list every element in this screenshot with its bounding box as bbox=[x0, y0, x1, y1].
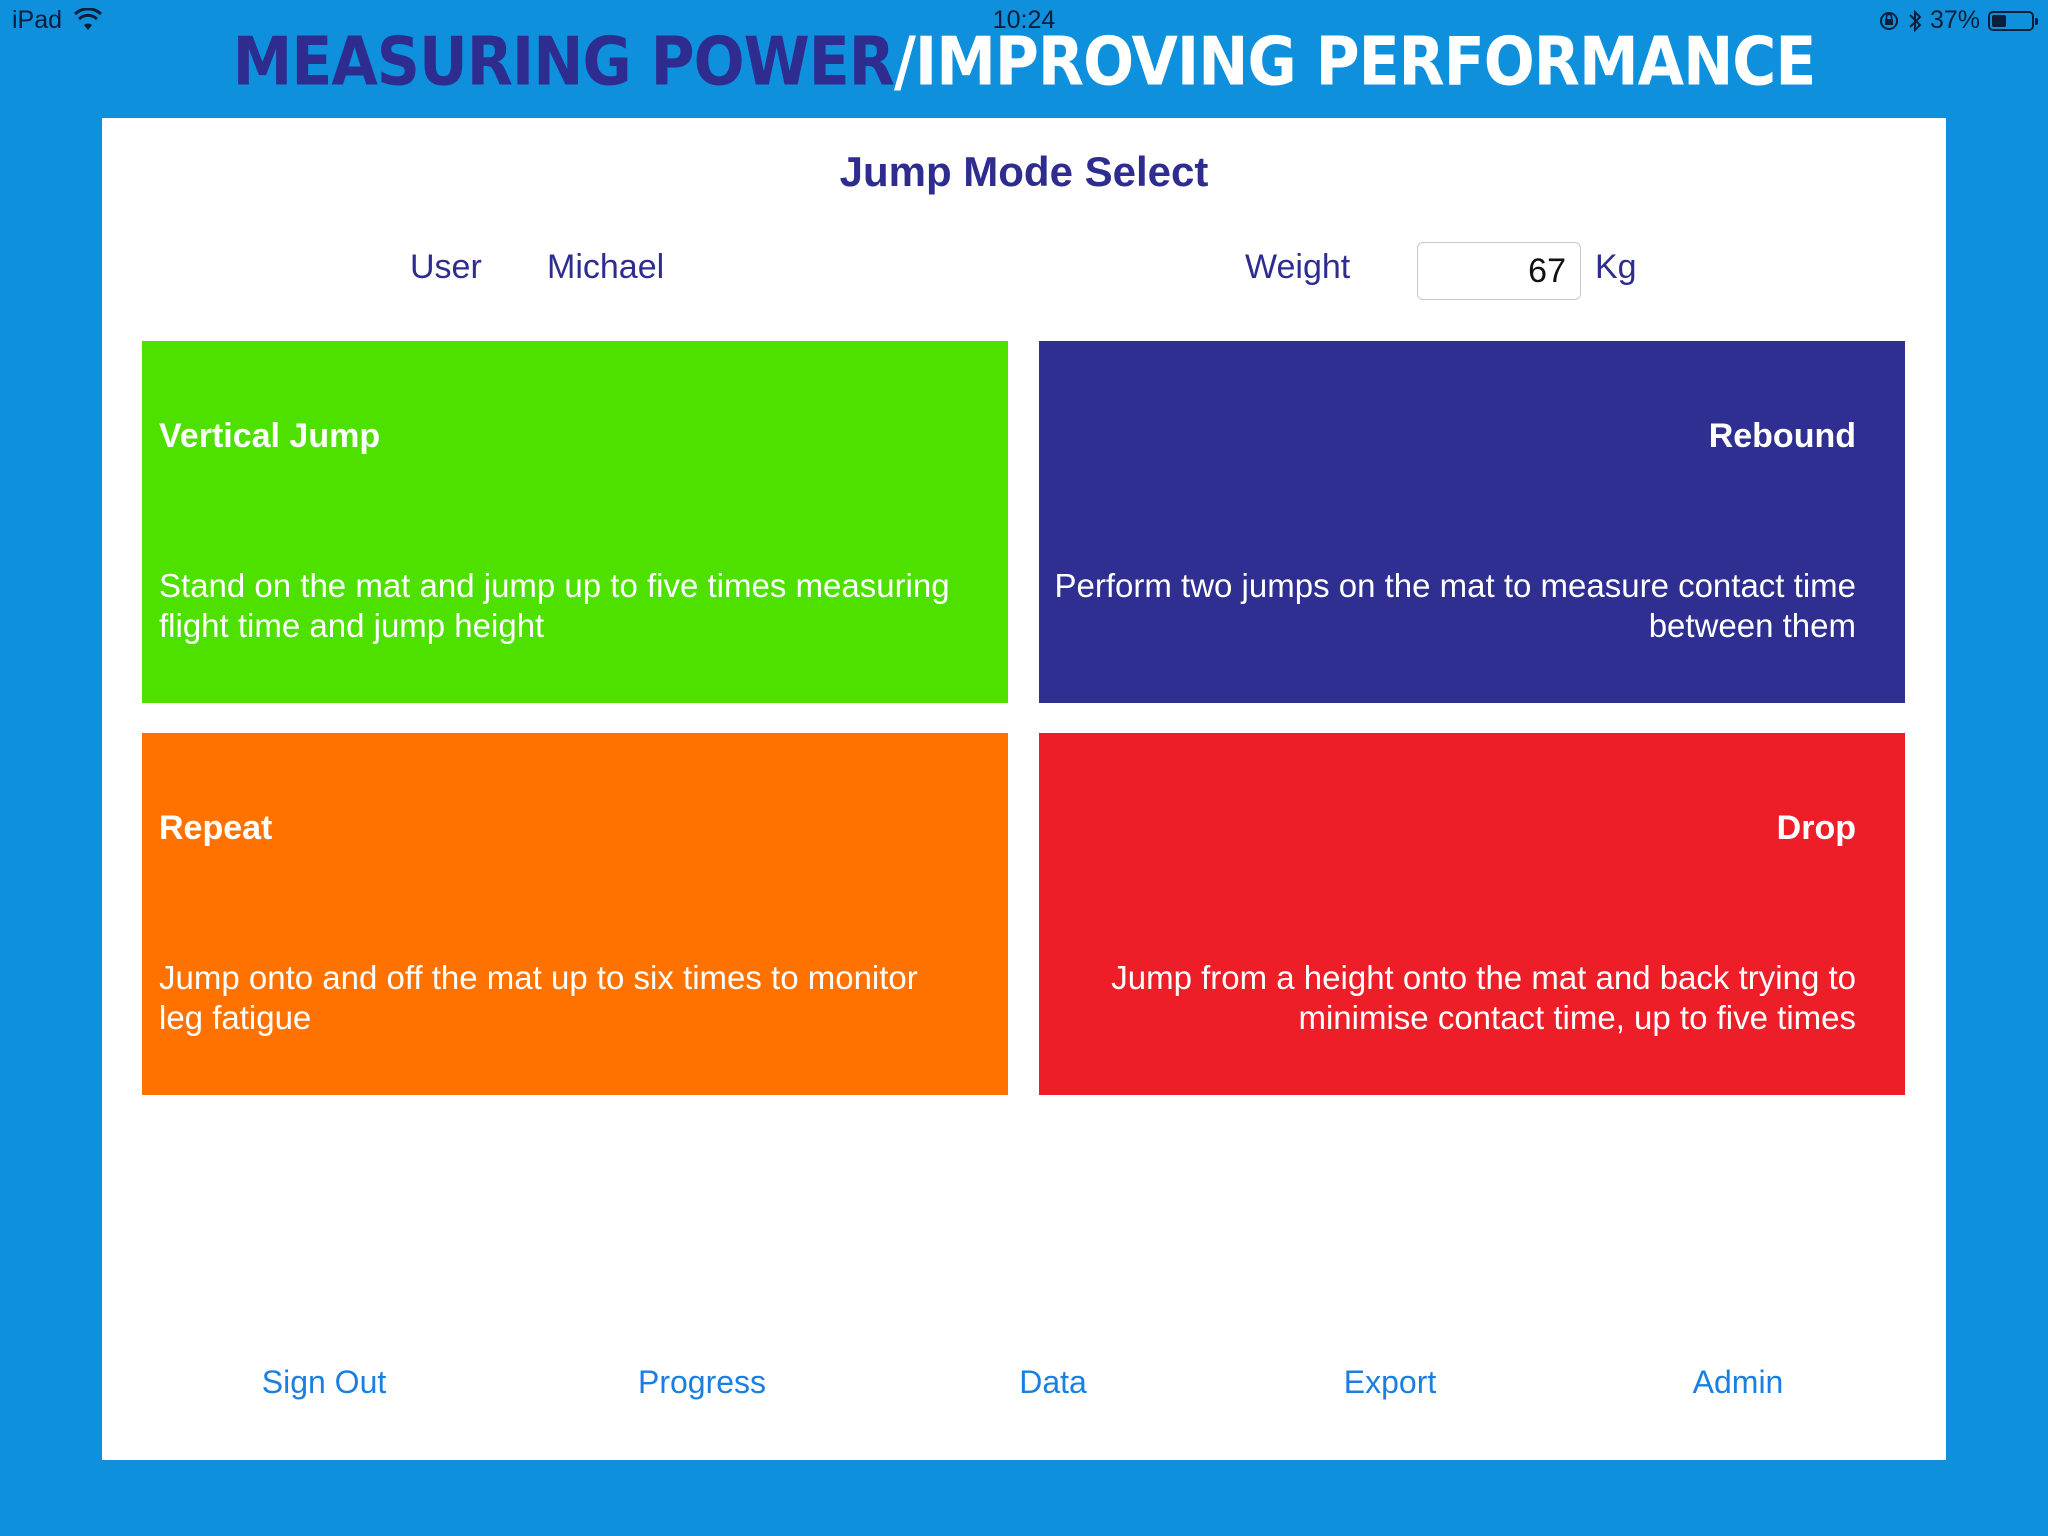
weight-unit: Kg bbox=[1595, 248, 1637, 286]
weight-label: Weight bbox=[1245, 248, 1351, 286]
tile-title: Vertical Jump bbox=[159, 417, 381, 455]
vertical-jump-tile[interactable]: Vertical Jump Stand on the mat and jump … bbox=[142, 341, 1008, 703]
tile-title: Repeat bbox=[159, 809, 273, 847]
page-title: Jump Mode Select bbox=[839, 148, 1209, 195]
sign-out-button[interactable]: Sign Out bbox=[262, 1364, 387, 1401]
tile-title: Drop bbox=[1776, 809, 1856, 847]
weight-input[interactable] bbox=[1417, 242, 1581, 300]
tile-description: Stand on the mat and jump up to five tim… bbox=[159, 567, 950, 644]
banner-part2: /IMPROVING PERFORMANCE bbox=[893, 22, 1816, 102]
user-name: Michael bbox=[547, 248, 665, 286]
main-panel: Jump Mode Select User Michael Weight Kg … bbox=[102, 118, 1946, 1460]
user-label: User bbox=[410, 248, 482, 286]
app-banner: MEASURING POWER/IMPROVING PERFORMANCE bbox=[0, 17, 2048, 107]
tile-description: Jump onto and off the mat up to six time… bbox=[159, 959, 918, 1036]
admin-button[interactable]: Admin bbox=[1693, 1364, 1784, 1401]
tile-description: Perform two jumps on the mat to measure … bbox=[1054, 567, 1857, 644]
repeat-tile[interactable]: Repeat Jump onto and off the mat up to s… bbox=[142, 733, 1008, 1095]
tile-title: Rebound bbox=[1708, 417, 1856, 455]
data-button[interactable]: Data bbox=[1019, 1364, 1087, 1401]
export-button[interactable]: Export bbox=[1344, 1364, 1436, 1401]
banner-part1: MEASURING POWER bbox=[232, 22, 895, 102]
tile-description: Jump from a height onto the mat and back… bbox=[1111, 959, 1856, 1036]
progress-button[interactable]: Progress bbox=[638, 1364, 766, 1401]
drop-tile[interactable]: Drop Jump from a height onto the mat and… bbox=[1039, 733, 1905, 1095]
rebound-tile[interactable]: Rebound Perform two jumps on the mat to … bbox=[1039, 341, 1905, 703]
